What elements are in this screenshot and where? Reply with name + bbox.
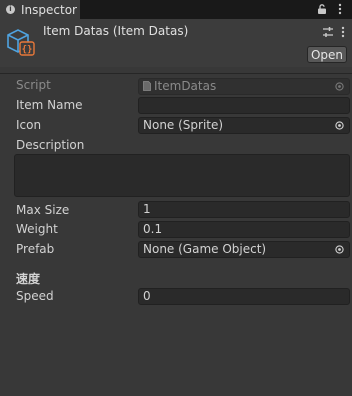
icon-object-field[interactable]: None (Sprite) — [138, 117, 350, 134]
lock-icon[interactable] — [317, 4, 327, 14]
prefab-label: Prefab — [16, 242, 55, 256]
component-title: Item Datas (Item Datas) — [43, 24, 189, 38]
weight-label: Weight — [16, 222, 58, 236]
object-picker-icon — [335, 82, 344, 91]
tab-label: Inspector — [21, 2, 77, 17]
file-icon — [143, 81, 151, 91]
svg-text:{}: {} — [22, 45, 33, 55]
script-icon: {} — [7, 29, 35, 56]
prefab-object-field[interactable]: None (Game Object) — [138, 241, 350, 258]
prefab-value: None (Game Object) — [143, 242, 267, 256]
speed-label: Speed — [16, 289, 54, 303]
icon-label: Icon — [16, 118, 42, 132]
tab-inspector[interactable]: i Inspector — [0, 0, 80, 19]
header-divider — [0, 73, 352, 74]
script-value: ItemDatas — [154, 79, 217, 93]
speed-section-header: 速度 — [16, 272, 41, 286]
description-textarea[interactable] — [14, 154, 350, 197]
script-field: ItemDatas — [138, 78, 350, 95]
icon-value: None (Sprite) — [143, 118, 224, 132]
tab-bar: i Inspector — [0, 0, 352, 19]
component-menu-icon[interactable] — [340, 26, 346, 38]
inspector-header: {} Item Datas (Item Datas) Open — [0, 19, 352, 67]
script-label: Script — [16, 78, 51, 92]
item-name-label: Item Name — [16, 98, 83, 112]
max-size-input[interactable]: 1 — [138, 201, 350, 218]
open-button[interactable]: Open — [307, 46, 347, 63]
speed-input[interactable]: 0 — [138, 288, 350, 305]
object-picker-icon[interactable] — [335, 245, 344, 254]
settings-sliders-icon[interactable] — [322, 26, 334, 38]
inspector-window: i Inspector {} Item Datas (Item Datas) O… — [0, 0, 352, 396]
kebab-menu-icon[interactable] — [337, 3, 343, 15]
object-picker-icon[interactable] — [335, 121, 344, 130]
max-size-label: Max Size — [16, 203, 70, 217]
weight-input[interactable]: 0.1 — [138, 221, 350, 238]
info-icon: i — [6, 5, 15, 14]
description-label: Description — [16, 138, 85, 152]
item-name-input[interactable] — [138, 97, 350, 114]
